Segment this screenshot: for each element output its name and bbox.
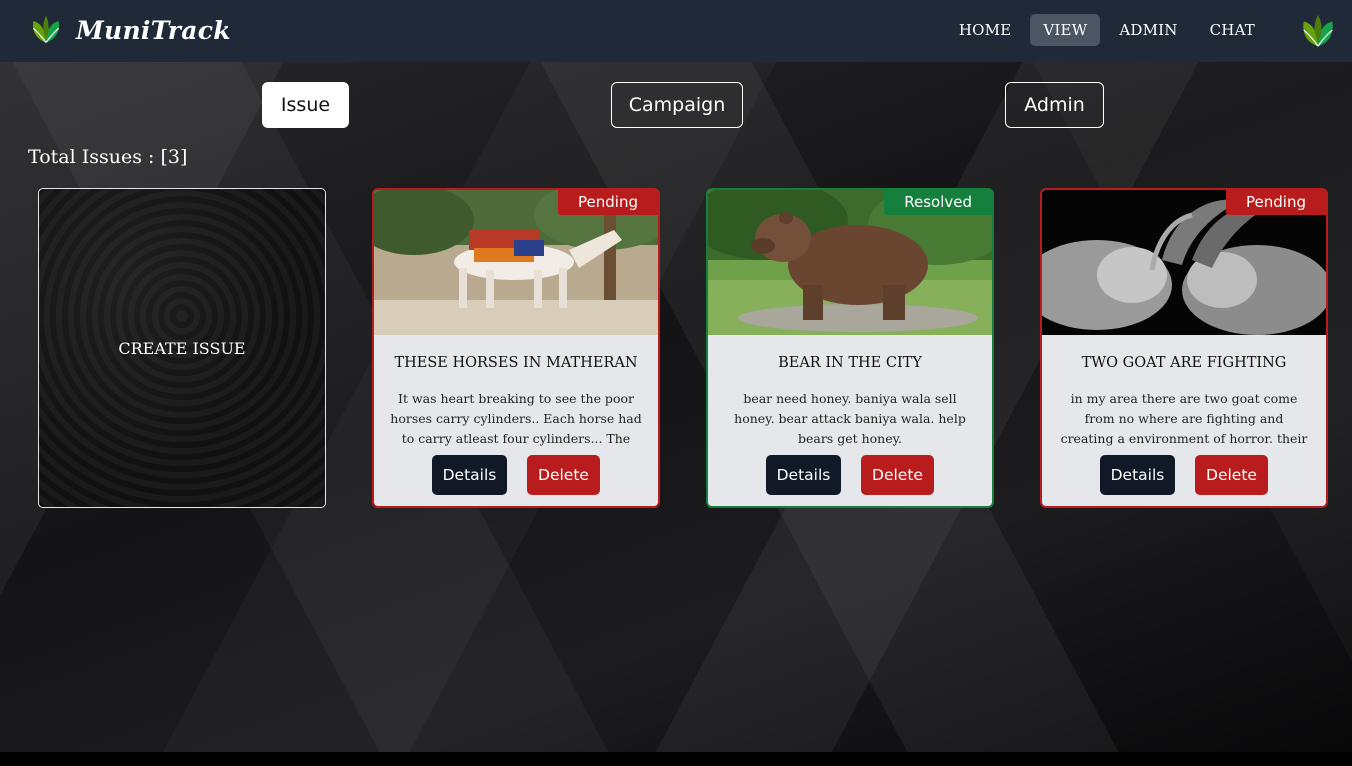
details-button[interactable]: Details xyxy=(766,455,841,495)
card-actions: Details Delete xyxy=(1042,455,1326,495)
top-navbar: MuniTrack HOME VIEW ADMIN CHAT xyxy=(0,0,1352,62)
leaf-logo-icon[interactable] xyxy=(1299,12,1337,50)
issue-card: Pending THESE HORSES IN MATHERAN It was … xyxy=(372,188,660,508)
issue-card: Pending TWO GOAT ARE FIGHTING in my area… xyxy=(1040,188,1328,508)
total-issues-label: Total Issues : xyxy=(28,146,161,168)
tab-campaign[interactable]: Campaign xyxy=(611,82,743,128)
issue-description: It was heart breaking to see the poor ho… xyxy=(390,391,642,446)
issue-title: TWO GOAT ARE FIGHTING xyxy=(1081,355,1287,371)
leaf-logo-icon xyxy=(32,15,60,43)
card-actions: Details Delete xyxy=(374,455,658,495)
delete-button[interactable]: Delete xyxy=(861,455,934,495)
issue-card: Resolved BEAR IN THE CITY bear need hone… xyxy=(706,188,994,508)
create-issue-card[interactable]: CREATE ISSUE xyxy=(38,188,326,508)
horse-photo: Pending xyxy=(374,190,658,335)
nav-admin[interactable]: ADMIN xyxy=(1106,14,1190,46)
issue-title: THESE HORSES IN MATHERAN xyxy=(394,355,638,371)
nav-links: HOME VIEW ADMIN CHAT xyxy=(940,14,1268,46)
status-badge: Pending xyxy=(1226,190,1326,215)
tab-admin[interactable]: Admin xyxy=(1005,82,1104,128)
nav-view[interactable]: VIEW xyxy=(1030,14,1101,46)
card-actions: Details Delete xyxy=(708,455,992,495)
issue-title: BEAR IN THE CITY xyxy=(778,355,922,371)
details-button[interactable]: Details xyxy=(1100,455,1175,495)
nav-chat[interactable]: CHAT xyxy=(1197,14,1268,46)
details-button[interactable]: Details xyxy=(432,455,507,495)
create-issue-label: CREATE ISSUE xyxy=(118,338,246,358)
bear-photo: Resolved xyxy=(708,190,992,335)
delete-button[interactable]: Delete xyxy=(1195,455,1268,495)
nav-home[interactable]: HOME xyxy=(946,14,1025,46)
total-issues-count: [3] xyxy=(160,146,188,168)
delete-button[interactable]: Delete xyxy=(527,455,600,495)
status-badge: Resolved xyxy=(884,190,992,215)
status-badge: Pending xyxy=(558,190,658,215)
total-issues: Total Issues : [3] xyxy=(28,146,187,168)
issue-description: bear need honey. baniya wala sell honey.… xyxy=(734,391,966,446)
tab-issue[interactable]: Issue xyxy=(262,82,349,128)
issue-description: in my area there are two goat come from … xyxy=(1060,391,1308,446)
goats-photo: Pending xyxy=(1042,190,1326,335)
brand[interactable]: MuniTrack xyxy=(28,12,231,48)
footer-strip xyxy=(0,752,1352,766)
brand-name: MuniTrack xyxy=(76,15,231,45)
